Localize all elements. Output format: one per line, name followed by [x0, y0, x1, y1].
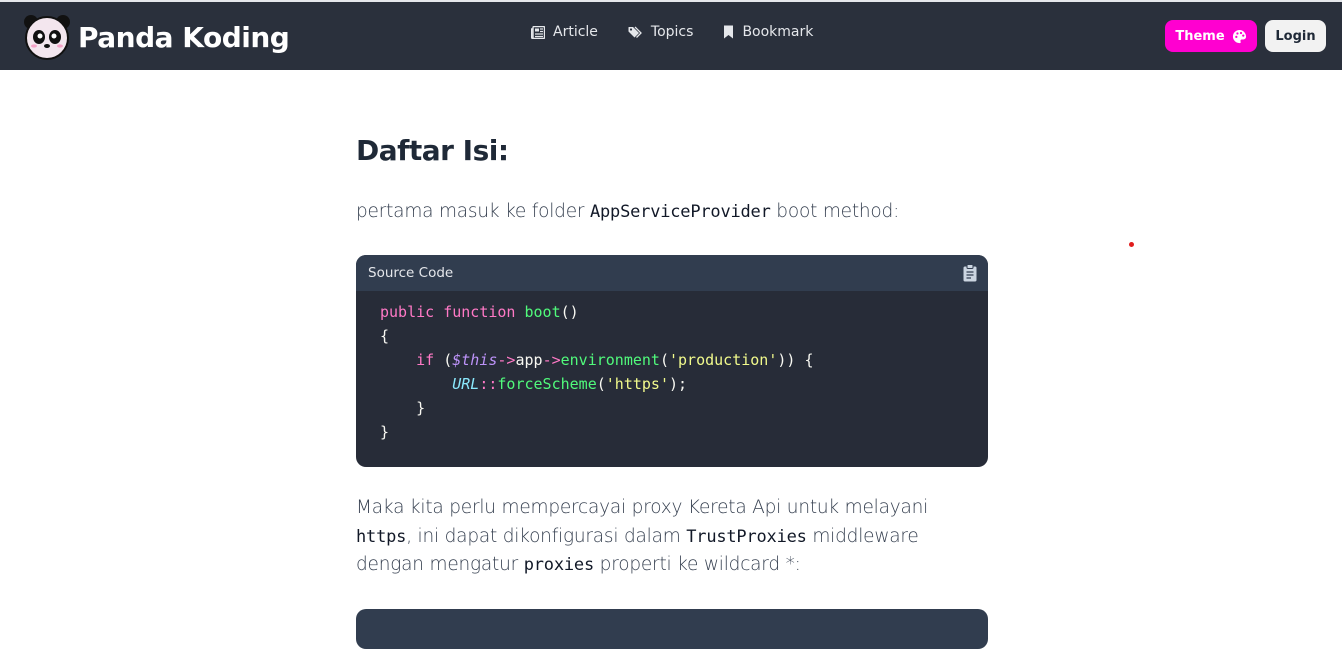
- nav-label-article: Article: [553, 24, 598, 40]
- code-body: public function boot() { if ($this->app->…: [356, 291, 988, 453]
- inline-code-trustproxies: TrustProxies: [686, 526, 807, 547]
- nav-item-article[interactable]: Article: [531, 24, 598, 40]
- code-line: URL::forceScheme('https');: [452, 375, 688, 393]
- brand-link[interactable]: Panda Koding: [22, 12, 290, 62]
- code-block-header: Source Code: [356, 255, 988, 291]
- paragraph-trustproxies: Maka kita perlu mempercayai proxy Kereta…: [356, 494, 956, 580]
- inline-code-proxies: proxies: [523, 555, 594, 575]
- panda-icon: [24, 15, 70, 60]
- navbar: Panda Koding Article Topics Bookmark The…: [0, 2, 1342, 70]
- p2-text-2: , ini dapat dikonfigurasi dalam: [406, 525, 687, 547]
- p2-text-4: properti ke wildcard *:: [593, 554, 801, 575]
- code-block: Source Code public function boot() { if (…: [356, 255, 988, 467]
- code-block-2: [356, 609, 988, 649]
- nav-label-bookmark: Bookmark: [742, 24, 814, 40]
- code-block-title: Source Code: [368, 265, 454, 281]
- nav-label-topics: Topics: [650, 24, 694, 40]
- paragraph-intro: pertama masuk ke folder AppServiceProvid…: [356, 198, 899, 227]
- nav-item-topics[interactable]: Topics: [628, 24, 694, 40]
- brand-name: Panda Koding: [78, 20, 290, 54]
- login-button[interactable]: Login: [1265, 20, 1326, 52]
- theme-button[interactable]: Theme: [1165, 20, 1257, 52]
- nav-item-bookmark[interactable]: Bookmark: [723, 24, 813, 40]
- clipboard-icon[interactable]: [963, 264, 977, 282]
- inline-code-https: https: [356, 526, 407, 547]
- toc-heading: Daftar Isi:: [356, 134, 509, 167]
- code-line: }: [380, 423, 390, 441]
- code-line: }: [380, 399, 426, 417]
- inline-code-appserviceprovider: AppServiceProvider: [589, 202, 771, 222]
- cursor-dot: [1129, 242, 1134, 247]
- main-nav: Article Topics Bookmark: [531, 24, 843, 40]
- theme-label: Theme: [1175, 28, 1225, 44]
- p1-text-before: pertama masuk ke folder: [356, 201, 590, 222]
- palette-icon: [1232, 29, 1246, 43]
- p1-text-after: boot method:: [770, 201, 900, 222]
- tags-icon: [628, 26, 642, 38]
- code-line: if ($this->app->environment('production'…: [416, 351, 814, 369]
- code-line: {: [380, 327, 390, 345]
- p2-text-1: Maka kita perlu mempercayai proxy Kereta…: [356, 497, 929, 518]
- code-line: public function boot(): [380, 303, 579, 321]
- bookmark-icon: [724, 25, 734, 39]
- newspaper-icon: [531, 25, 545, 39]
